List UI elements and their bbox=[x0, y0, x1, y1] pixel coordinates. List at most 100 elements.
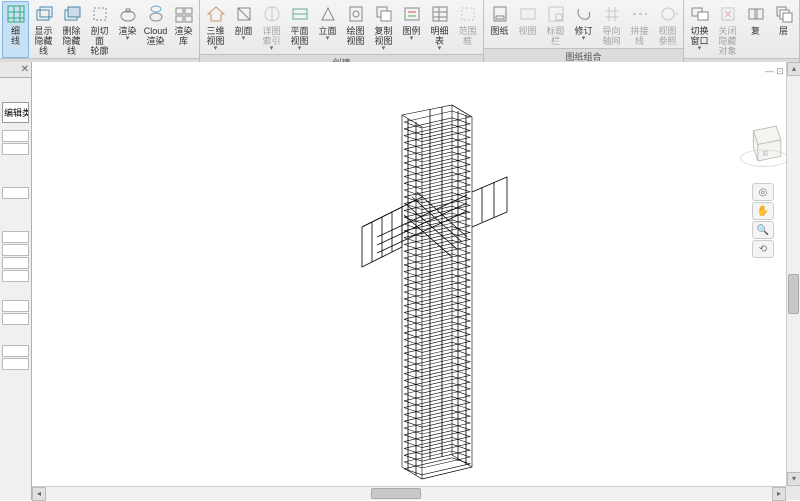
scroll-down-icon[interactable]: ▾ bbox=[787, 472, 800, 486]
sheet-button[interactable]: 图纸 bbox=[486, 1, 513, 48]
box-show-icon bbox=[33, 3, 55, 25]
box-hide-icon bbox=[61, 3, 83, 25]
dropdown-arrow-icon: ▾ bbox=[698, 46, 702, 52]
ribbon-group: 图纸视图标题 栏修订▾导向 轴网拼接线视图 参照图纸组合 bbox=[484, 0, 684, 61]
navigation-bar[interactable]: ◎ ✋ 🔍 ⟲ bbox=[743, 182, 783, 259]
3d-viewport[interactable]: — ⊡ ✕ bbox=[32, 62, 800, 500]
duplicate-view-button[interactable]: 复制 视图▾ bbox=[370, 1, 397, 54]
property-field[interactable] bbox=[2, 244, 29, 256]
callout-icon bbox=[261, 3, 283, 25]
replicate-button[interactable]: 复 bbox=[742, 1, 769, 58]
button-label: 范围 框 bbox=[458, 26, 476, 46]
scope-icon bbox=[457, 3, 479, 25]
horizontal-scrollbar[interactable]: ◂ ▸ bbox=[32, 486, 786, 500]
nav-zoom-icon[interactable]: 🔍 bbox=[752, 221, 774, 239]
thin-lines-button[interactable]: 细 线 bbox=[2, 1, 29, 58]
property-field[interactable] bbox=[2, 270, 29, 282]
scroll-left-icon[interactable]: ◂ bbox=[32, 487, 46, 501]
revision-button[interactable]: 修订▾ bbox=[570, 1, 597, 48]
plan-icon bbox=[289, 3, 311, 25]
property-field[interactable] bbox=[2, 257, 29, 269]
drafting-view-button[interactable]: 绘图 视图 bbox=[342, 1, 369, 54]
schedules-button[interactable]: 明细表▾ bbox=[426, 1, 453, 54]
edit-type-button[interactable]: 编辑类型 bbox=[2, 102, 29, 123]
section-button[interactable]: 剖面▾ bbox=[230, 1, 257, 54]
elev-icon bbox=[317, 3, 339, 25]
property-field[interactable] bbox=[2, 231, 29, 243]
dup-icon bbox=[373, 3, 395, 25]
property-field[interactable] bbox=[2, 345, 29, 357]
house-icon bbox=[205, 3, 227, 25]
teapot-cloud-icon bbox=[145, 3, 167, 25]
button-label: 细 线 bbox=[11, 26, 20, 46]
vertical-scrollbar[interactable]: ▴ ▾ bbox=[786, 62, 800, 486]
view-ref-button: 视图 参照 bbox=[654, 1, 681, 48]
scope-box-button: 范围 框 bbox=[454, 1, 481, 54]
ribbon-group: 切换 窗口▾关闭 隐藏对象复层窗口 bbox=[684, 0, 800, 61]
switch-icon bbox=[689, 3, 711, 25]
nav-orbit-icon[interactable]: ⟲ bbox=[752, 240, 774, 258]
button-label: 图纸 bbox=[490, 26, 508, 36]
nav-wheel-icon[interactable]: ◎ bbox=[752, 183, 774, 201]
rebar-column-model[interactable] bbox=[342, 97, 512, 497]
button-label: 详图索引 bbox=[259, 26, 284, 46]
button-label: Cloud 渲染 bbox=[144, 26, 168, 46]
view-cube[interactable]: 前 bbox=[735, 117, 790, 172]
render-lib-button[interactable]: 渲染 库 bbox=[170, 1, 197, 58]
dropdown-arrow-icon: ▾ bbox=[410, 36, 414, 42]
elevation-button[interactable]: 立面▾ bbox=[314, 1, 341, 54]
switch-window-button[interactable]: 切换 窗口▾ bbox=[686, 1, 713, 58]
remove-hidden-button[interactable]: 删除 隐藏线 bbox=[58, 1, 85, 58]
matchline-button: 拼接线 bbox=[626, 1, 653, 48]
button-label: 显示 隐藏线 bbox=[31, 26, 56, 56]
button-label: 视图 bbox=[518, 26, 536, 36]
scroll-up-icon[interactable]: ▴ bbox=[787, 62, 800, 76]
view-button: 视图 bbox=[514, 1, 541, 48]
grid-icon bbox=[5, 3, 27, 25]
title-icon bbox=[545, 3, 567, 25]
nav-pan-icon[interactable]: ✋ bbox=[752, 202, 774, 220]
dropdown-arrow-icon: ▾ bbox=[270, 46, 274, 52]
show-hidden-button[interactable]: 显示 隐藏线 bbox=[30, 1, 57, 58]
button-label: 明细表 bbox=[427, 26, 452, 46]
3d-view-button[interactable]: 三维 视图▾ bbox=[202, 1, 229, 54]
scroll-right-icon[interactable]: ▸ bbox=[772, 487, 786, 501]
cascade-button[interactable]: 层 bbox=[770, 1, 797, 58]
properties-panel: ✕ 编辑类型 bbox=[0, 62, 32, 500]
ribbon-group: 三维 视图▾剖面▾详图索引▾平面 视图▾立面▾绘图 视图复制 视图▾图例▾明细表… bbox=[200, 0, 484, 61]
property-field[interactable] bbox=[2, 313, 29, 325]
button-label: 切换 窗口 bbox=[690, 26, 708, 46]
button-label: 绘图 视图 bbox=[346, 26, 364, 46]
property-field[interactable] bbox=[2, 143, 29, 155]
scroll-thumb[interactable] bbox=[371, 488, 421, 499]
button-label: 复 bbox=[751, 26, 760, 36]
button-label: 复制 视图 bbox=[374, 26, 392, 46]
property-field[interactable] bbox=[2, 300, 29, 312]
property-field[interactable] bbox=[2, 187, 29, 199]
cloud-render-button[interactable]: Cloud 渲染 bbox=[142, 1, 169, 58]
draft-icon bbox=[345, 3, 367, 25]
panel-close[interactable]: ✕ bbox=[0, 62, 31, 78]
dropdown-arrow-icon: ▾ bbox=[126, 36, 130, 42]
property-field[interactable] bbox=[2, 130, 29, 142]
render-button[interactable]: 渲染▾ bbox=[114, 1, 141, 58]
plan-view-button[interactable]: 平面 视图▾ bbox=[286, 1, 313, 54]
button-label: 拼接线 bbox=[627, 26, 652, 46]
button-label: 剖切面 轮廓 bbox=[87, 26, 112, 56]
dropdown-arrow-icon: ▾ bbox=[242, 36, 246, 42]
legend-button[interactable]: 图例▾ bbox=[398, 1, 425, 54]
rep-icon bbox=[745, 3, 767, 25]
scroll-thumb[interactable] bbox=[788, 274, 799, 314]
dropdown-arrow-icon: ▾ bbox=[298, 46, 302, 52]
guide-icon bbox=[601, 3, 623, 25]
dropdown-arrow-icon: ▾ bbox=[382, 46, 386, 52]
property-field[interactable] bbox=[2, 358, 29, 370]
cut-profile-button[interactable]: 剖切面 轮廓 bbox=[86, 1, 113, 58]
cls-icon bbox=[717, 3, 739, 25]
callout-button: 详图索引▾ bbox=[258, 1, 285, 54]
casc-icon bbox=[773, 3, 795, 25]
section-icon bbox=[233, 3, 255, 25]
dropdown-arrow-icon: ▾ bbox=[214, 46, 218, 52]
dropdown-arrow-icon: ▾ bbox=[582, 36, 586, 42]
button-label: 平面 视图 bbox=[290, 26, 308, 46]
